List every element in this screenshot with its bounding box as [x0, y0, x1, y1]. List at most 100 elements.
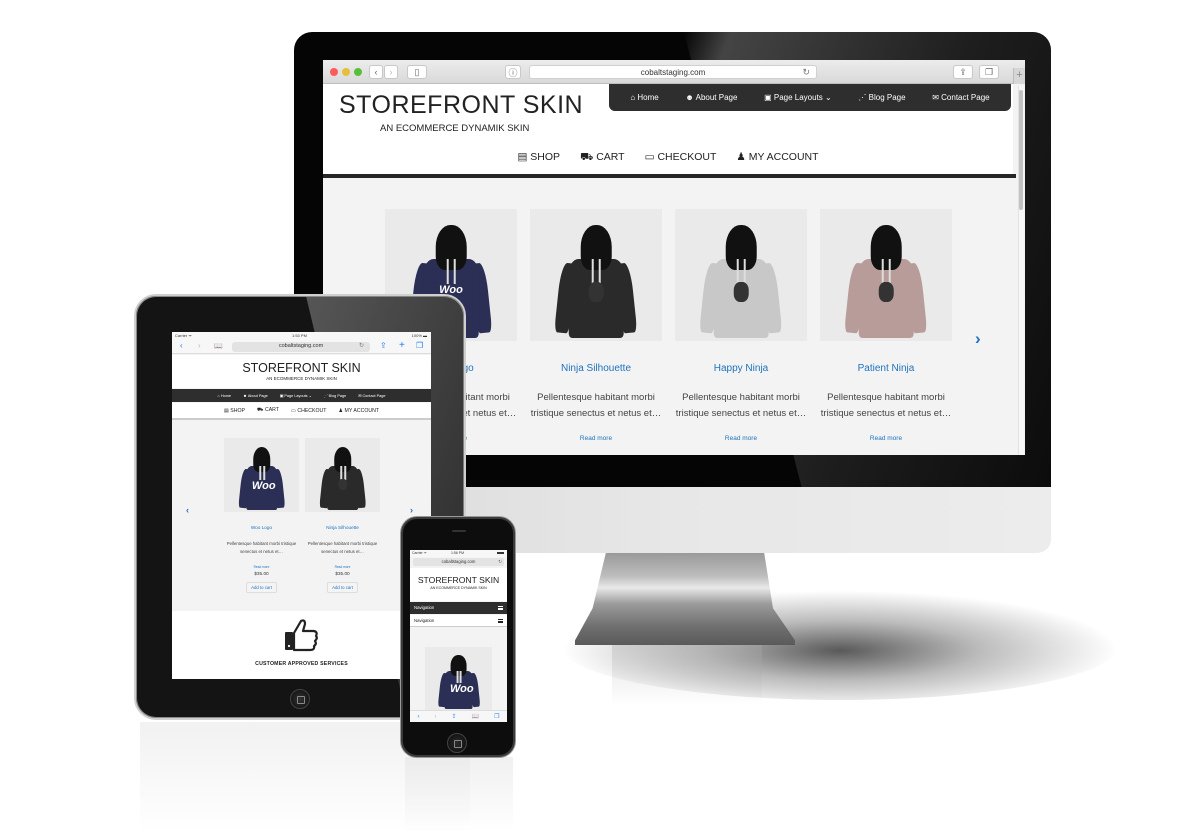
nav-item-my-account[interactable]: ♟ MY ACCOUNT	[338, 408, 379, 414]
product-name-link[interactable]: Patient Ninja	[820, 363, 952, 374]
read-more-link[interactable]: Read more	[675, 435, 807, 442]
forward-icon[interactable]: ›	[198, 341, 201, 350]
scrollbar-thumb[interactable]	[1019, 90, 1023, 210]
secondary-navigation-toggle[interactable]: Navigation	[410, 615, 507, 627]
reload-icon[interactable]: ↻	[359, 342, 364, 351]
read-more-link[interactable]: Read more	[305, 565, 380, 569]
new-tab-button[interactable]: +	[1013, 68, 1025, 84]
product-image[interactable]	[675, 209, 807, 341]
hoodie-drawstring	[447, 258, 450, 284]
back-icon[interactable]: ‹	[180, 341, 183, 350]
hoodie-drawstring	[882, 258, 885, 284]
nav-label: Navigation	[414, 618, 435, 623]
hoodie-drawstring	[459, 670, 462, 683]
close-window-button[interactable]	[330, 68, 338, 76]
carousel-next-button[interactable]: ›	[975, 329, 981, 349]
nav-item-page-layouts[interactable]: ▣ Page Layouts ⌄	[764, 93, 832, 102]
hoodie-drawstring	[343, 465, 346, 480]
nav-item-home[interactable]: ⌂ Home	[218, 394, 231, 398]
hoodie-drawstring	[259, 465, 262, 480]
add-icon[interactable]: +	[399, 340, 405, 351]
show-tabs-button[interactable]: ❐	[979, 65, 999, 79]
nav-item-cart[interactable]: ⛟ CART	[257, 407, 279, 414]
carousel-prev-button[interactable]: ‹	[186, 505, 189, 515]
nav-item-cart[interactable]: ⛟ CART	[580, 151, 625, 167]
nav-item-shop[interactable]: ▤ SHOP	[517, 151, 560, 167]
hoodie-drawstring	[737, 258, 740, 284]
phone-address-bar[interactable]: cobaltstaging.com ↻	[413, 558, 504, 566]
ipad-home-button[interactable]	[290, 689, 310, 709]
forward-button[interactable]: ›	[384, 65, 398, 79]
chevron-left-icon: ‹	[374, 67, 378, 77]
nav-label: Home	[637, 93, 659, 102]
reload-icon[interactable]: ↻	[498, 558, 502, 566]
feature-label: CUSTOMER APPROVED SERVICES	[255, 661, 348, 667]
add-to-cart-button[interactable]: Add to cart	[246, 582, 277, 593]
nav-item-contact[interactable]: ✉ Contact Page	[932, 93, 989, 102]
product-image[interactable]: Woo	[224, 438, 299, 512]
bookmarks-icon[interactable]: 📖	[472, 713, 479, 720]
product-name-link[interactable]: Happy Ninja	[675, 363, 807, 374]
site-title[interactable]: STOREFRONT SKIN	[339, 91, 583, 120]
product-price: $35.00	[335, 571, 350, 576]
back-button[interactable]: ‹	[369, 65, 383, 79]
address-bar[interactable]: cobaltstaging.com ↻	[529, 65, 817, 79]
nav-item-home[interactable]: ⌂ Home	[630, 93, 658, 102]
product-description: Pellentesque habitant morbi tristique se…	[530, 392, 662, 419]
nav-label: Blog Page	[868, 93, 906, 102]
share-button[interactable]: ⇪	[953, 65, 973, 79]
nav-item-shop[interactable]: ▤ SHOP	[224, 408, 245, 414]
tablet-address-bar[interactable]: cobaltstaging.com ↻	[232, 342, 370, 352]
header-divider	[323, 174, 1016, 178]
product-name-link[interactable]: Woo Logo	[224, 525, 299, 530]
minimize-window-button[interactable]	[342, 68, 350, 76]
add-to-cart-button[interactable]: Add to cart	[327, 582, 358, 593]
nav-item-about[interactable]: ☻ About Page	[243, 394, 268, 398]
product-image[interactable]: Woo	[425, 647, 492, 710]
nav-item-my-account[interactable]: ♟ MY ACCOUNT	[736, 151, 818, 167]
nav-item-checkout[interactable]: ▭ CHECKOUT	[291, 408, 326, 414]
hoodie-drawstring	[598, 258, 601, 284]
tabs-icon[interactable]: ❐	[416, 341, 423, 350]
carrier-label: Carrier ᯤ	[412, 551, 427, 555]
product-name-link[interactable]: Ninja Silhouette	[530, 363, 662, 374]
product-image[interactable]	[820, 209, 952, 341]
bookmarks-icon[interactable]: 📖	[214, 342, 223, 350]
hoodie-drawstring	[888, 258, 891, 284]
primary-navigation-toggle[interactable]: Navigation	[410, 602, 507, 614]
read-more-link[interactable]: Read more	[530, 435, 662, 442]
read-more-link[interactable]: Read more	[224, 565, 299, 569]
share-icon[interactable]: ⇪	[380, 341, 387, 350]
hoodie-image	[554, 224, 638, 339]
zoom-window-button[interactable]	[354, 68, 362, 76]
sidebar-button[interactable]: ▯	[407, 65, 427, 79]
product-image[interactable]	[305, 438, 380, 512]
site-title[interactable]: STOREFRONT SKIN	[172, 361, 431, 375]
nav-item-checkout[interactable]: ▭ CHECKOUT	[645, 151, 717, 167]
back-icon[interactable]: ‹	[418, 714, 420, 720]
product-description: Pellentesque habitant morbi tristique se…	[307, 541, 378, 554]
site-info-button[interactable]: ⓘ	[505, 65, 521, 79]
iphone-home-button[interactable]	[447, 733, 467, 753]
tablet-browser-window: Carrier ᯤ 1:53 PM 100% ▬ ‹ › 📖 cobaltsta…	[172, 332, 431, 679]
phone-browser-window: Carrier ᯤ 1:56 PM cobaltstaging.com ↻ ST…	[410, 550, 507, 722]
share-icon[interactable]: ⇪	[452, 713, 457, 720]
nav-item-page-layouts[interactable]: ▣ Page Layouts ⌄	[280, 393, 312, 398]
product-name-link[interactable]: Ninja Silhouette	[305, 525, 380, 530]
nav-item-about[interactable]: ☻ About Page	[685, 93, 737, 102]
image-icon: ▣	[764, 93, 772, 102]
product-image[interactable]	[530, 209, 662, 341]
nav-item-contact[interactable]: ✉ Contact Page	[358, 393, 385, 398]
reload-icon[interactable]: ↻	[802, 66, 810, 79]
users-icon: ☻	[685, 93, 694, 102]
tablet-product-carousel: ‹ Woo Woo Logo Pellentesque habitant mor…	[172, 420, 431, 611]
nav-item-blog[interactable]: ⋰ Blog Page	[324, 393, 346, 398]
nav-label: Navigation	[414, 605, 435, 610]
url-text: cobaltstaging.com	[441, 559, 476, 564]
site-title[interactable]: STOREFRONT SKIN	[410, 575, 507, 585]
tabs-icon[interactable]: ❐	[494, 713, 499, 720]
carousel-next-button[interactable]: ›	[410, 505, 413, 515]
read-more-link[interactable]: Read more	[820, 435, 952, 442]
forward-icon[interactable]: ›	[435, 714, 437, 720]
nav-item-blog[interactable]: ⋰ Blog Page	[858, 93, 905, 102]
